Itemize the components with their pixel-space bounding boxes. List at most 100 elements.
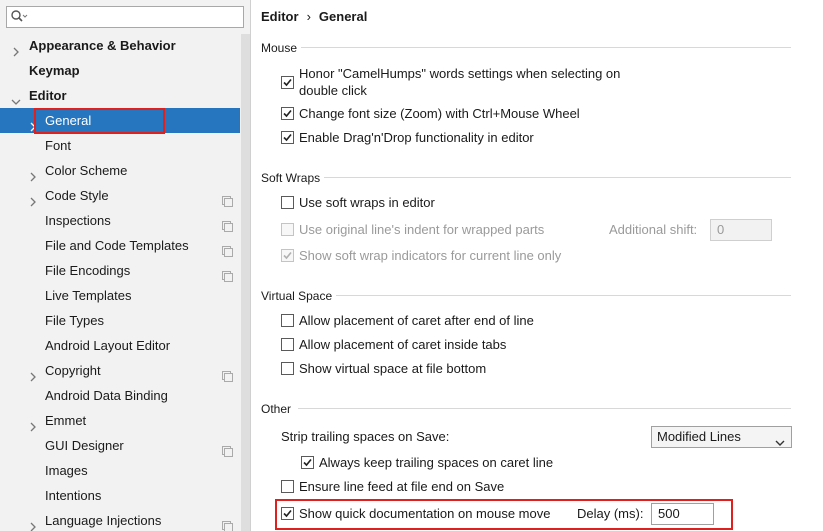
sidebar-item-label: Code Style	[45, 188, 109, 203]
camelhumps-checkbox[interactable]	[281, 76, 294, 89]
chevron-right-icon[interactable]	[28, 515, 38, 531]
soft-wrap-indicators-label: Show soft wrap indicators for current li…	[299, 248, 562, 263]
virtual-space-bottom-row[interactable]: Show virtual space at file bottom	[281, 360, 521, 378]
caret-inside-tabs-row[interactable]: Allow placement of caret inside tabs	[281, 336, 541, 354]
sidebar-item-label: Editor	[29, 88, 67, 103]
sidebar-item-label: Inspections	[45, 213, 111, 228]
sidebar-item-label: Android Layout Editor	[45, 338, 171, 353]
chevron-right-icon[interactable]	[28, 415, 38, 432]
sidebar-item-label: Appearance & Behavior	[29, 38, 176, 53]
sidebar-item[interactable]: Editor	[0, 83, 240, 108]
line-feed-row[interactable]: Ensure line feed at file end on Save	[281, 478, 521, 496]
keep-trailing-checkbox[interactable]	[301, 456, 314, 469]
sidebar-item[interactable]: Live Templates	[0, 283, 240, 308]
sidebar-item-label: Color Scheme	[45, 163, 128, 178]
section-title-soft-wraps: Soft Wraps	[261, 171, 321, 185]
breadcrumb-parent[interactable]: Editor	[261, 9, 299, 24]
chevron-down-icon[interactable]	[11, 90, 21, 105]
soft-wrap-indicators-checkbox	[281, 249, 294, 262]
settings-sidebar: Appearance & Behavior Keymap Editor General…	[0, 0, 251, 531]
sidebar-item-label: File and Code Templates	[45, 238, 189, 253]
sidebar-item[interactable]: File Encodings	[0, 258, 240, 283]
sidebar-item[interactable]: Android Data Binding	[0, 383, 240, 408]
quick-doc-highlight-box	[275, 499, 733, 530]
caret-after-end-label: Allow placement of caret after end of li…	[299, 313, 534, 328]
sidebar-item[interactable]: Keymap	[0, 58, 240, 83]
zoom-label: Change font size (Zoom) with Ctrl+Mouse …	[299, 106, 580, 121]
project-scope-icon	[222, 440, 233, 457]
sidebar-item[interactable]: Font	[0, 133, 240, 158]
project-scope-icon	[222, 190, 233, 207]
selected-item-highlight-box	[34, 108, 165, 134]
project-scope-icon	[222, 215, 233, 232]
sidebar-item[interactable]: Android Layout Editor	[0, 333, 240, 358]
chevron-right-icon[interactable]	[28, 165, 38, 182]
sidebar-item[interactable]: Color Scheme	[0, 158, 240, 183]
section-divider	[324, 177, 791, 178]
sidebar-item[interactable]: File Types	[0, 308, 240, 333]
breadcrumb-separator: ›	[306, 9, 311, 24]
camelhumps-checkbox-row[interactable]: Honor "CamelHumps" words settings when s…	[281, 65, 641, 101]
sidebar-item[interactable]: GUI Designer	[0, 433, 240, 458]
sidebar-item-label: Intentions	[45, 488, 102, 503]
chevron-right-icon[interactable]	[28, 365, 38, 382]
sidebar-scrollbar[interactable]	[241, 34, 250, 531]
original-indent-row: Use original line's indent for wrapped p…	[281, 221, 581, 239]
use-soft-wraps-row[interactable]: Use soft wraps in editor	[281, 194, 481, 212]
additional-shift-label: Additional shift:	[609, 222, 698, 237]
sidebar-item[interactable]: Images	[0, 458, 240, 483]
use-soft-wraps-checkbox[interactable]	[281, 196, 294, 209]
sidebar-item-label: GUI Designer	[45, 438, 124, 453]
sidebar-item[interactable]: Inspections	[0, 208, 240, 233]
line-feed-label: Ensure line feed at file end on Save	[299, 479, 505, 494]
sidebar-item-label: Emmet	[45, 413, 87, 428]
zoom-checkbox-row[interactable]: Change font size (Zoom) with Ctrl+Mouse …	[281, 105, 601, 123]
original-indent-checkbox	[281, 223, 294, 236]
camelhumps-label-line1: Honor "CamelHumps" words settings when s…	[299, 66, 621, 81]
sidebar-item[interactable]: Appearance & Behavior	[0, 33, 240, 58]
sidebar-item[interactable]: Emmet	[0, 408, 240, 433]
dragdrop-checkbox-row[interactable]: Enable Drag'n'Drop functionality in edit…	[281, 129, 581, 147]
breadcrumb: Editor › General	[261, 8, 367, 26]
project-scope-icon	[222, 265, 233, 282]
virtual-space-bottom-checkbox[interactable]	[281, 362, 294, 375]
project-scope-icon	[222, 365, 233, 382]
sidebar-item-label: Language Injections	[45, 513, 162, 528]
soft-wrap-indicators-row: Show soft wrap indicators for current li…	[281, 247, 601, 265]
chevron-right-icon[interactable]	[11, 40, 21, 57]
caret-after-end-row[interactable]: Allow placement of caret after end of li…	[281, 312, 561, 330]
line-feed-checkbox[interactable]	[281, 480, 294, 493]
sidebar-item[interactable]: Copyright	[0, 358, 240, 383]
caret-after-end-checkbox[interactable]	[281, 314, 294, 327]
section-title-mouse: Mouse	[261, 41, 298, 55]
sidebar-item-label: Font	[45, 138, 72, 153]
caret-inside-tabs-checkbox[interactable]	[281, 338, 294, 351]
sidebar-item[interactable]: Language Injections	[0, 508, 240, 531]
caret-inside-tabs-label: Allow placement of caret inside tabs	[299, 337, 507, 352]
project-scope-icon	[222, 515, 233, 531]
sidebar-item[interactable]: File and Code Templates	[0, 233, 240, 258]
settings-search-input[interactable]	[6, 6, 244, 28]
sidebar-item[interactable]: Code Style	[0, 183, 240, 208]
chevron-right-icon[interactable]	[28, 190, 38, 207]
sidebar-item-label: Keymap	[29, 63, 80, 78]
section-title-virtual-space: Virtual Space	[261, 289, 333, 303]
sidebar-item-label: File Types	[45, 313, 105, 328]
original-indent-label: Use original line's indent for wrapped p…	[299, 222, 545, 237]
section-title-other: Other	[261, 402, 292, 416]
keep-trailing-label: Always keep trailing spaces on caret lin…	[319, 455, 554, 470]
section-divider	[336, 295, 791, 296]
use-soft-wraps-label: Use soft wraps in editor	[299, 195, 435, 210]
breadcrumb-current: General	[318, 9, 368, 24]
section-divider	[301, 47, 791, 48]
zoom-checkbox[interactable]	[281, 107, 294, 120]
camelhumps-label-line2: double click	[299, 83, 367, 98]
dragdrop-checkbox[interactable]	[281, 131, 294, 144]
strip-trailing-dropdown[interactable]: Modified Lines	[651, 426, 792, 448]
virtual-space-bottom-label: Show virtual space at file bottom	[299, 361, 487, 376]
additional-shift-field: 0	[710, 219, 772, 241]
keep-trailing-row[interactable]: Always keep trailing spaces on caret lin…	[301, 454, 571, 472]
section-divider	[298, 408, 791, 409]
sidebar-item-label: Android Data Binding	[45, 388, 168, 403]
sidebar-item[interactable]: Intentions	[0, 483, 240, 508]
